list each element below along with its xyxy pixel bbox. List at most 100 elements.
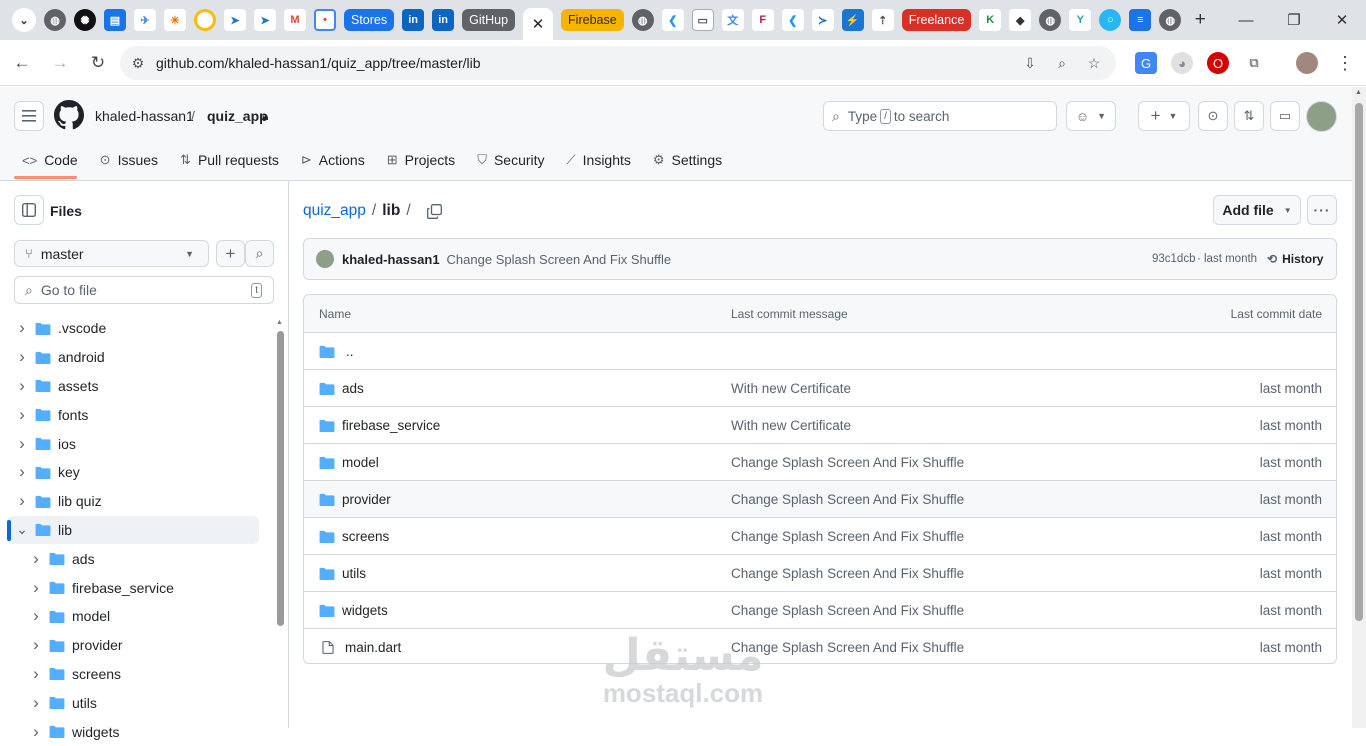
page-icon[interactable]: ▭ (691, 9, 714, 31)
flutter-icon[interactable]: ❮ (781, 9, 804, 31)
add-file-dropdown[interactable]: Add file ▼ (1213, 195, 1301, 225)
search-input[interactable]: ⌕ Type / to search (823, 101, 1057, 131)
hamburger-button[interactable] (14, 101, 44, 131)
add-file-button[interactable]: + (216, 240, 245, 267)
commit-author[interactable]: khaled-hassan1 (342, 252, 440, 267)
file-name-link[interactable]: utils (319, 566, 366, 581)
sidebar-scrollbar[interactable]: ▲ (275, 319, 285, 728)
file-name-link[interactable]: provider (319, 492, 391, 507)
arrow-icon[interactable]: ➤ (254, 9, 276, 31)
scrollbar-thumb[interactable] (277, 331, 284, 626)
bolt-icon[interactable]: ⚡ (841, 9, 864, 31)
omnibox[interactable]: ⚙ github.com/khaled-hassan1/quiz_app/tre… (120, 46, 1116, 80)
extensions-icon[interactable]: ⧉ (1243, 52, 1265, 74)
y-icon[interactable]: Y (1069, 9, 1092, 31)
url-text[interactable]: github.com/khaled-hassan1/quiz_app/tree/… (156, 55, 481, 71)
more-options-button[interactable]: ··· (1307, 195, 1337, 225)
upload-icon[interactable]: ⇡ (871, 9, 894, 31)
file-name-link[interactable]: ads (319, 381, 364, 396)
tree-item[interactable]: › utils (7, 688, 259, 717)
file-name-link[interactable]: model (319, 455, 379, 470)
commit-message-link[interactable]: Change Splash Screen And Fix Shuffle (731, 529, 964, 544)
github-logo-icon[interactable] (54, 100, 84, 130)
commit-message-link[interactable]: Change Splash Screen And Fix Shuffle (731, 492, 964, 507)
chevron-right-icon[interactable]: › (29, 549, 43, 569)
maximize-icon[interactable]: ❐ (1270, 0, 1318, 40)
tree-item[interactable]: › lib quiz (7, 487, 259, 516)
globe-icon[interactable]: ◍ (44, 9, 66, 31)
install-icon[interactable]: ⇩ (1022, 55, 1038, 71)
tab-security[interactable]: ⛉ Security (469, 145, 552, 175)
commit-message[interactable]: Change Splash Screen And Fix Shuffle (447, 252, 672, 267)
reload-icon[interactable]: ↻ (80, 45, 116, 81)
forms-icon[interactable]: ≡ (1129, 9, 1152, 31)
chevron-right-icon[interactable]: › (15, 462, 29, 482)
commit-message-link[interactable]: Change Splash Screen And Fix Shuffle (731, 566, 964, 581)
go-to-file-input[interactable]: ⌕ Go to file t (14, 276, 274, 304)
opera-icon[interactable]: O (1207, 52, 1229, 74)
chevron-down-icon[interactable]: ⌄ (15, 521, 29, 538)
create-new-button[interactable]: + ▼ (1138, 101, 1190, 131)
tree-item[interactable]: › key (7, 458, 259, 487)
branch-selector[interactable]: ⑂ master ▼ (14, 240, 209, 267)
chevron-right-icon[interactable]: › (29, 635, 43, 655)
chevron-right-icon[interactable]: › (15, 491, 29, 511)
tree-item[interactable]: › widgets (7, 717, 259, 746)
commit-message-link[interactable]: With new Certificate (731, 418, 851, 433)
parent-directory-link[interactable]: .. (319, 344, 354, 359)
repo-link[interactable]: quiz_app (207, 108, 268, 124)
globe-icon[interactable]: ◍ (1039, 9, 1062, 31)
bookmark-star-icon[interactable]: ☆ (1086, 55, 1102, 71)
commit-message-link[interactable]: Change Splash Screen And Fix Shuffle (731, 455, 964, 470)
openai-icon[interactable]: ✺ (74, 9, 96, 31)
tab-actions[interactable]: ⊳ Actions (293, 145, 373, 175)
owner-link[interactable]: khaled-hassan1 (95, 108, 194, 124)
globe-icon[interactable]: ◍ (1159, 9, 1182, 31)
history-button[interactable]: ⟲ History (1267, 252, 1323, 266)
file-name-link[interactable]: firebase_service (319, 418, 440, 433)
scroll-up-icon[interactable]: ▲ (276, 319, 283, 326)
ext-icon[interactable]: ◕ (1171, 52, 1193, 74)
copy-icon[interactable] (426, 203, 442, 219)
doc-icon[interactable]: ▤ (104, 9, 126, 31)
breadcrumb-repo-link[interactable]: quiz_app (303, 202, 366, 220)
avatar[interactable] (316, 250, 334, 268)
forward-icon[interactable]: → (42, 45, 78, 81)
close-window-icon[interactable]: ✕ (1318, 0, 1366, 40)
menu-dots-icon[interactable]: ⋮ (1334, 52, 1356, 74)
flutter-icon[interactable]: ❮ (661, 9, 684, 31)
tree-item[interactable]: › provider (7, 631, 259, 660)
minimize-icon[interactable]: — (1222, 0, 1270, 40)
chevron-right-icon[interactable]: › (29, 664, 43, 684)
c-icon[interactable] (194, 9, 216, 31)
chevron-right-icon[interactable]: › (29, 606, 43, 626)
profile-avatar[interactable] (1296, 52, 1318, 74)
tab-projects[interactable]: ⊞ Projects (379, 145, 463, 175)
k-icon[interactable]: K (979, 9, 1002, 31)
table-row[interactable]: model Change Splash Screen And Fix Shuffl… (304, 444, 1336, 481)
issues-button[interactable]: ⊙ (1198, 101, 1228, 131)
chevron-right-icon[interactable]: › (29, 578, 43, 598)
shield-tab-icon[interactable]: ◆ (1009, 9, 1032, 31)
table-row[interactable]: widgets Change Splash Screen And Fix Shuf… (304, 592, 1336, 629)
back-icon[interactable]: ← (4, 45, 40, 81)
table-row[interactable]: provider Change Splash Screen And Fix Shu… (304, 481, 1336, 518)
tab-group-firebase[interactable]: Firebase (561, 9, 624, 31)
circle-icon[interactable]: ○ (1099, 9, 1122, 31)
active-tab[interactable]: ✕ (523, 8, 554, 40)
tree-item[interactable]: › firebase_service (7, 573, 259, 602)
globe-icon[interactable]: ◍ (631, 9, 654, 31)
bird-icon[interactable]: ✈ (134, 9, 156, 31)
chevron-right-icon[interactable]: › (15, 405, 29, 425)
table-row[interactable]: utils Change Splash Screen And Fix Shuffl… (304, 555, 1336, 592)
translate-icon[interactable]: 文 (721, 9, 744, 31)
search-files-button[interactable]: ⌕ (245, 240, 274, 267)
tree-item[interactable]: › model (7, 602, 259, 631)
tab-code[interactable]: <> Code (14, 145, 86, 175)
arrow-icon[interactable]: ➤ (224, 9, 246, 31)
chevron-right-icon[interactable]: › (29, 722, 43, 742)
tree-item[interactable]: › fonts (7, 400, 259, 429)
chevron-right-icon[interactable]: › (15, 347, 29, 367)
table-row[interactable]: screens Change Splash Screen And Fix Shuf… (304, 518, 1336, 555)
table-row[interactable]: ads With new Certificate last month (304, 370, 1336, 407)
